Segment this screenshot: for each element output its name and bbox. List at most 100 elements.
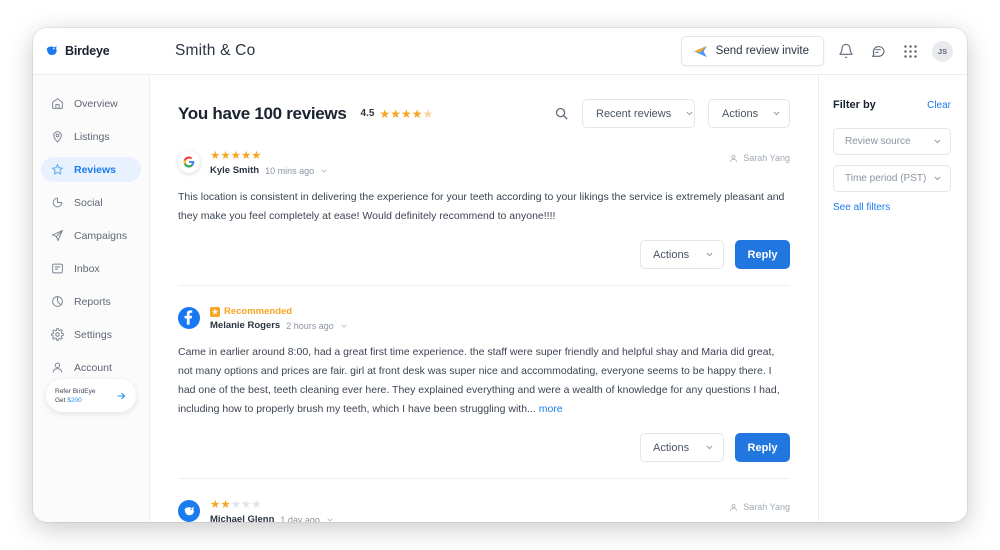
sidebar: Overview Listings Reviews Social Campaig… (33, 75, 150, 522)
rating-stars: ★ ★ ★ ★ ★ (379, 106, 434, 121)
review-actions-select[interactable]: Actions (640, 433, 724, 462)
review-assignee[interactable]: Sarah Yang (729, 153, 790, 163)
grid-apps-icon[interactable] (900, 41, 920, 61)
time-period-label: Time period (PST) (845, 173, 927, 184)
chat-bubble-icon[interactable] (868, 41, 888, 61)
review-actions: Actions Reply (178, 240, 790, 269)
review-assignee-name: Sarah Yang (743, 153, 790, 163)
review-author-line: Kyle Smith 10 mins ago (210, 165, 729, 176)
sidebar-item-inbox[interactable]: Inbox (41, 256, 141, 281)
bulk-actions-select[interactable]: Actions (708, 99, 790, 128)
time-period-select[interactable]: Time period (PST) (833, 165, 951, 192)
reply-button[interactable]: Reply (735, 240, 790, 269)
see-all-filters-link[interactable]: See all filters (833, 202, 951, 213)
brand-logo[interactable]: Birdeye (33, 44, 150, 58)
review-time: 10 mins ago (265, 165, 315, 176)
review-text-body: Came in earlier around 8:00, had a great… (178, 346, 780, 415)
sidebar-item-reports[interactable]: Reports (41, 289, 141, 314)
review-time: 1 day ago (280, 514, 320, 523)
bell-icon[interactable] (836, 41, 856, 61)
review-meta: ★★★★★ Michael Glenn 1 day ago (210, 499, 729, 522)
review-header: ★★★★★ Kyle Smith 10 mins ago Sarah Yang (178, 150, 790, 176)
recommended-star-icon: ★ (210, 307, 220, 317)
chevron-down-icon (685, 109, 694, 118)
google-icon (178, 151, 200, 173)
review-actions-label: Actions (653, 248, 690, 261)
review-author-line: Michael Glenn 1 day ago (210, 514, 729, 522)
birdeye-icon (178, 500, 200, 522)
sidebar-item-label: Social (74, 196, 103, 209)
filter-header: Filter by Clear (833, 99, 951, 111)
review-stars: ★★★★★ (210, 499, 262, 511)
app-window: Birdeye Smith & Co Send review invite JS (33, 28, 967, 522)
review-meta: ★ Recommended Melanie Rogers 2 hours ago (210, 306, 790, 331)
location-pin-icon (51, 130, 64, 143)
review-source-select[interactable]: Review source (833, 128, 951, 155)
review-actions-label: Actions (653, 441, 690, 454)
star-icon (51, 163, 64, 176)
chevron-down-icon[interactable] (340, 322, 348, 330)
review-actions-select[interactable]: Actions (640, 240, 724, 269)
overall-rating: 4.5 ★ ★ ★ ★ ★ (361, 108, 434, 120)
review-item: ★★★★★ Michael Glenn 1 day ago Sarah Yang (178, 499, 790, 522)
recommended-label: Recommended (224, 306, 293, 317)
refer-card-prefix: Get (55, 396, 68, 404)
sidebar-item-label: Reports (74, 295, 111, 308)
refer-card-line2: Get $200 (55, 396, 115, 405)
chevron-down-icon (933, 174, 942, 183)
top-bar-actions: Send review invite JS (680, 36, 967, 66)
sidebar-item-social[interactable]: Social (41, 190, 141, 215)
review-author: Kyle Smith (210, 165, 260, 176)
birdeye-logo-icon (45, 44, 59, 58)
filter-title: Filter by (833, 99, 876, 111)
sidebar-item-label: Settings (74, 328, 112, 341)
sidebar-item-overview[interactable]: Overview (41, 91, 141, 116)
review-assignee-name: Sarah Yang (743, 502, 790, 512)
reply-button[interactable]: Reply (735, 433, 790, 462)
sidebar-item-label: Overview (74, 97, 118, 110)
read-more-link[interactable]: more (539, 403, 563, 415)
refer-card-line1: Refer BirdEye (55, 387, 96, 395)
chevron-down-icon[interactable] (320, 167, 328, 175)
sort-select-label: Recent reviews (596, 107, 672, 120)
reviews-toolbar: Recent reviews Actions (554, 99, 790, 128)
gear-icon (51, 328, 64, 341)
sidebar-item-settings[interactable]: Settings (41, 322, 141, 347)
sidebar-item-campaigns[interactable]: Campaigns (41, 223, 141, 248)
send-review-invite-button[interactable]: Send review invite (680, 36, 824, 66)
pie-chart-icon (51, 295, 64, 308)
send-review-invite-label: Send review invite (715, 45, 809, 57)
avatar[interactable]: JS (932, 40, 953, 62)
clear-filters-link[interactable]: Clear (927, 100, 951, 111)
reviews-header: You have 100 reviews 4.5 ★ ★ ★ ★ ★ Recent re… (178, 99, 790, 128)
review-assignee[interactable]: Sarah Yang (729, 502, 790, 512)
review-header: ★ Recommended Melanie Rogers 2 hours ago (178, 306, 790, 331)
recommended-badge: ★ Recommended (210, 306, 790, 318)
refer-card-text: Refer BirdEye Get $200 (55, 387, 115, 405)
business-title: Smith & Co (175, 42, 256, 59)
paper-plane-icon (693, 44, 708, 59)
sidebar-item-label: Inbox (74, 262, 100, 275)
bulk-actions-label: Actions (722, 107, 759, 120)
brand-name: Birdeye (65, 44, 110, 58)
facebook-icon (178, 307, 200, 329)
sidebar-item-label: Campaigns (74, 229, 128, 242)
top-bar: Birdeye Smith & Co Send review invite JS (33, 28, 967, 75)
reviews-main-panel: You have 100 reviews 4.5 ★ ★ ★ ★ ★ Recent re… (150, 75, 819, 522)
review-text: This location is consistent in deliverin… (178, 191, 785, 222)
sidebar-item-reviews[interactable]: Reviews (41, 157, 141, 182)
review-text: Came in earlier around 8:00, had a great… (178, 343, 790, 419)
sort-select[interactable]: Recent reviews (582, 99, 695, 128)
paper-plane-icon (51, 229, 64, 242)
chevron-down-icon[interactable] (326, 516, 334, 523)
chevron-down-icon (933, 137, 942, 146)
sidebar-item-account[interactable]: Account (41, 355, 141, 380)
review-stars: ★★★★★ (210, 150, 262, 162)
review-item: ★★★★★ Kyle Smith 10 mins ago Sarah Yang … (178, 150, 790, 286)
chevron-down-icon (772, 109, 781, 118)
sidebar-item-listings[interactable]: Listings (41, 124, 141, 149)
arrow-right-icon (115, 390, 127, 402)
search-icon[interactable] (554, 106, 569, 121)
social-icon (51, 196, 64, 209)
refer-birdeye-card[interactable]: Refer BirdEye Get $200 (46, 379, 136, 412)
